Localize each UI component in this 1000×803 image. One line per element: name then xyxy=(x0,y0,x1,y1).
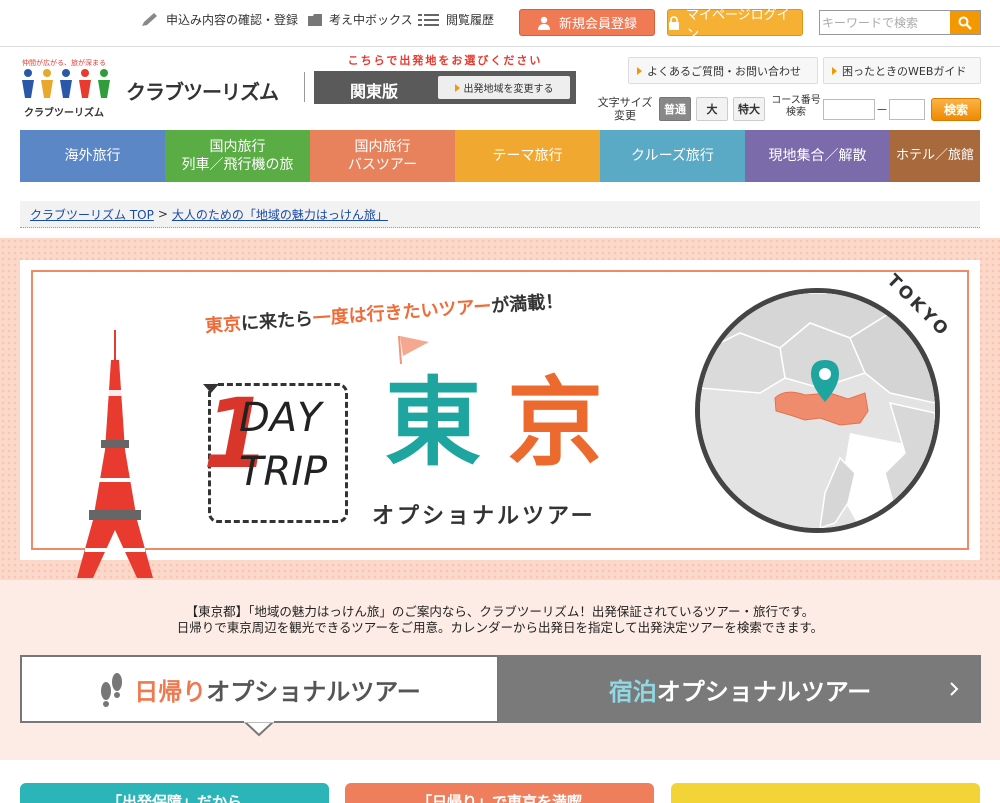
region-box: 関東版 出発地域を変更する xyxy=(314,71,576,104)
arrow-right-icon xyxy=(454,83,460,92)
intro-line-1: 【東京都】「地域の魅力はっけん旅」のご案内なら、クラブツーリズム！出発保証されて… xyxy=(185,604,815,619)
course-dash: － xyxy=(876,103,889,117)
main-nav: 海外旅行 国内旅行 列車／飛行機の旅 国内旅行 バスツアー テーマ旅行 クルーズ… xyxy=(20,130,980,182)
nav-theme[interactable]: テーマ旅行 xyxy=(455,130,600,182)
application-check-link[interactable]: 申込み内容の確認・登録 xyxy=(140,11,298,28)
flag-icon xyxy=(398,335,429,365)
one-day-trip-logo: 1 DAY TRIP xyxy=(203,383,348,523)
faq-link[interactable]: よくあるご質問・お問い合わせ xyxy=(628,57,818,84)
optional-tour-subtitle: オプショナルツアー xyxy=(372,504,596,529)
mypage-login-button[interactable]: マイページログイン xyxy=(667,8,803,42)
tokyo-map xyxy=(695,288,940,533)
title-capital-char: 京 xyxy=(507,367,603,479)
map-pin-icon xyxy=(811,360,839,402)
header-divider xyxy=(0,46,1000,47)
arrow-right-icon xyxy=(832,66,837,75)
course-number-field-1[interactable] xyxy=(823,99,875,120)
web-guide-link[interactable]: 困ったときのWEBガイド xyxy=(823,57,981,84)
trip-text: TRIP xyxy=(239,449,328,495)
logo-tagline: 仲間が広がる、旅が深まる xyxy=(22,59,106,67)
current-region: 関東版 xyxy=(350,82,399,101)
nav-hotel[interactable]: ホテル／旅館 xyxy=(890,130,980,182)
logo-separator xyxy=(304,72,305,102)
card-day-trip[interactable]: 「日帰り」で東京を満喫 xyxy=(345,783,654,803)
nav-local-meetup[interactable]: 現地集合／解散 xyxy=(745,130,890,182)
breadcrumb-home-link[interactable]: クラブツーリズム TOP xyxy=(30,206,154,223)
course-number-field-2[interactable] xyxy=(889,99,925,120)
font-size-normal-button[interactable]: 普通 xyxy=(659,97,691,121)
nav-domestic-train[interactable]: 国内旅行 列車／飛行機の旅 xyxy=(165,130,310,182)
history-link[interactable]: 閲覧履歴 xyxy=(418,11,494,28)
active-tab-pointer xyxy=(244,721,274,737)
card-departure-guarantee[interactable]: 「出発保障」だから xyxy=(20,783,329,803)
keyword-search xyxy=(819,10,981,35)
nav-cruise[interactable]: クルーズ旅行 xyxy=(600,130,745,182)
font-size-large-button[interactable]: 大 xyxy=(696,97,728,121)
breadcrumb: クラブツーリズム TOP > 大人のための「地域の魅力はっけん旅」 xyxy=(20,201,980,228)
tour-type-tabs: 日帰りオプショナルツアー 宿泊オプショナルツアー xyxy=(20,655,981,737)
tokyo-tower-illustration xyxy=(77,330,153,578)
course-search-label: コース番号検索 xyxy=(771,95,821,118)
font-size-xlarge-button[interactable]: 特大 xyxy=(733,97,765,121)
title-east-char: 東 xyxy=(385,367,481,479)
footprints-icon xyxy=(101,673,123,707)
font-size-label: 文字サイズ変更 xyxy=(597,96,653,122)
folder-icon xyxy=(308,13,322,26)
tab-day-trip[interactable]: 日帰りオプショナルツアー xyxy=(20,655,499,723)
breadcrumb-current-link[interactable]: 大人のための「地域の魅力はっけん旅」 xyxy=(172,206,388,223)
list-icon xyxy=(418,13,439,26)
course-search-button[interactable]: 検索 xyxy=(931,98,981,121)
search-icon xyxy=(958,16,972,30)
day-text: DAY xyxy=(239,395,322,441)
search-button[interactable] xyxy=(950,11,980,34)
site-logo[interactable]: 仲間が広がる、旅が深まる クラブツーリズム クラブツーリズム xyxy=(20,58,300,119)
change-region-button[interactable]: 出発地域を変更する xyxy=(438,76,570,99)
breadcrumb-separator: > xyxy=(157,207,168,221)
pen-icon xyxy=(142,12,157,26)
map-graphic xyxy=(700,293,935,528)
logo-people-mark xyxy=(22,69,110,98)
card-third[interactable] xyxy=(671,783,980,803)
tab-overnight[interactable]: 宿泊オプショナルツアー xyxy=(499,655,981,723)
nav-domestic-bus[interactable]: 国内旅行 バスツアー xyxy=(310,130,455,182)
nav-overseas[interactable]: 海外旅行 xyxy=(20,130,165,182)
consider-box-link[interactable]: 考え中ボックス xyxy=(307,11,413,28)
departure-region-selector: こちらで出発地をお選びください 関東版 出発地域を変更する xyxy=(314,52,576,104)
arrow-right-icon xyxy=(637,66,642,75)
register-button[interactable]: 新規会員登録 xyxy=(519,9,655,36)
hero-banner: 東京に来たら一度は行きたいツアーが満載！ 1 DAY TRIP 東 京 オプショ… xyxy=(20,260,980,560)
lock-icon xyxy=(668,15,679,30)
intro-line-2: 日帰りで東京周辺を観光できるツアーをご用意。カレンダーから出発日を指定して出発決… xyxy=(176,620,824,635)
chevron-right-icon xyxy=(950,682,959,696)
search-input[interactable] xyxy=(822,13,950,32)
top-utility-bar: 申込み内容の確認・登録 考え中ボックス 閲覧履歴 新規会員登録 マイページログイ… xyxy=(0,0,1000,46)
logo-subtext: クラブツーリズム xyxy=(24,108,104,119)
logo-wordmark: クラブツーリズム xyxy=(126,80,279,104)
feature-cards: 「出発保障」だから 「日帰り」で東京を満喫 xyxy=(20,783,981,803)
region-hint: こちらで出発地をお選びください xyxy=(347,54,543,67)
user-icon xyxy=(537,16,550,30)
